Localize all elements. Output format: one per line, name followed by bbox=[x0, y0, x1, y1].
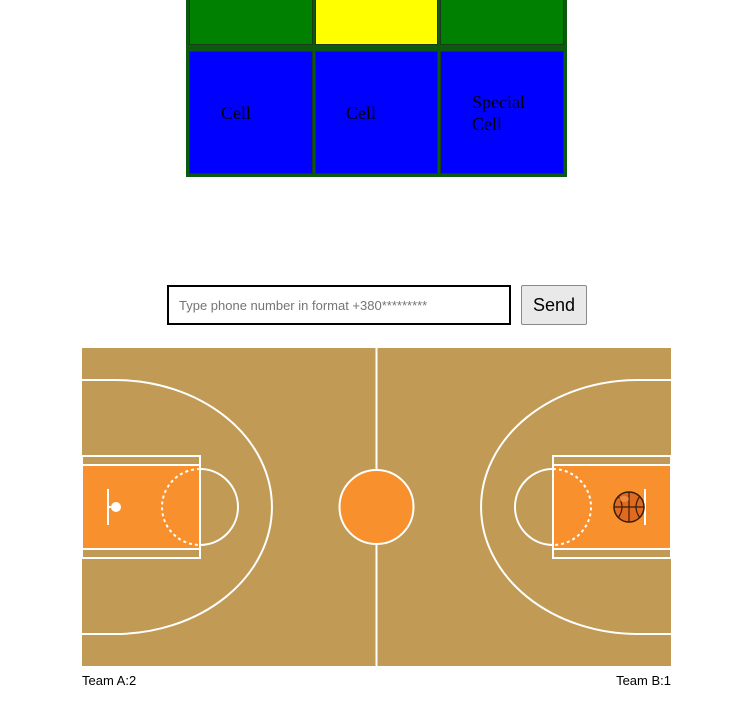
basketball-court[interactable] bbox=[82, 348, 671, 666]
table-cell-r2c1[interactable]: Cell bbox=[189, 51, 313, 174]
table-cell-r1c3[interactable] bbox=[440, 0, 564, 45]
cell-text: Cell bbox=[221, 103, 251, 123]
team-b-score-value: 1 bbox=[663, 673, 671, 688]
paint-left bbox=[82, 464, 201, 550]
special-cell-text: Special Cell bbox=[472, 92, 525, 134]
rim-left bbox=[111, 502, 121, 512]
cell-text: Cell bbox=[346, 103, 376, 123]
team-a-score-value: 2 bbox=[128, 673, 137, 688]
table-cell-r1c1[interactable] bbox=[189, 0, 313, 45]
team-b-score: Team B:1 bbox=[616, 673, 671, 688]
send-button[interactable]: Send bbox=[521, 285, 587, 325]
paint-right bbox=[552, 464, 671, 550]
table-cell-r2c3[interactable]: Special Cell bbox=[440, 51, 564, 174]
center-circle bbox=[338, 469, 415, 545]
color-table: Cell Cell Special Cell bbox=[186, 0, 567, 177]
basketball-icon[interactable] bbox=[613, 491, 645, 523]
team-a-score: Team A:2 bbox=[82, 673, 136, 688]
phone-number-input[interactable] bbox=[167, 285, 511, 325]
team-b-label: Team B: bbox=[616, 673, 664, 688]
table-cell-r2c2[interactable]: Cell bbox=[315, 51, 438, 174]
table-cell-r1c2[interactable] bbox=[315, 0, 438, 45]
team-a-label: Team A: bbox=[82, 673, 129, 688]
